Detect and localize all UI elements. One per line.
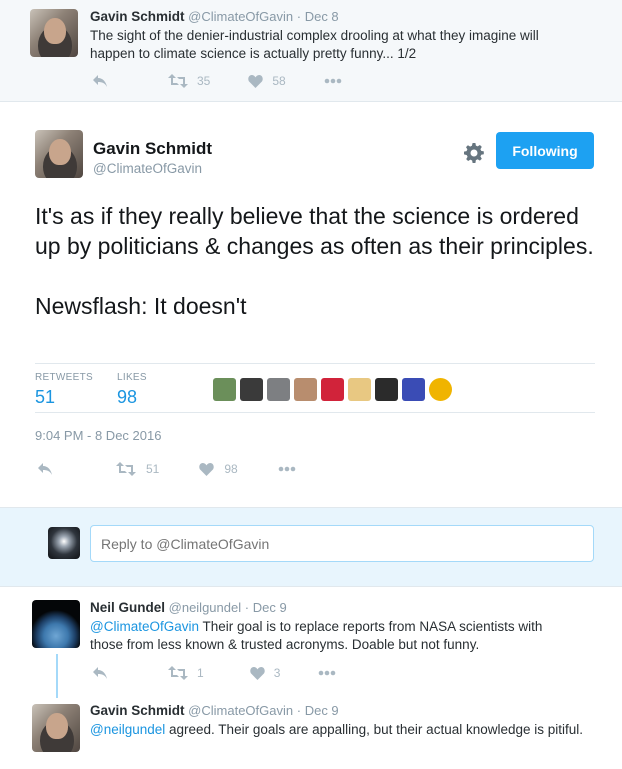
main-tweet: Gavin Schmidt @ClimateOfGavin Following … bbox=[0, 103, 622, 506]
reply-icon bbox=[38, 463, 52, 475]
author-name[interactable]: Gavin Schmidt bbox=[90, 9, 185, 24]
reply-input[interactable] bbox=[90, 525, 594, 562]
like-count: 58 bbox=[272, 74, 286, 88]
author-name[interactable]: Neil Gundel bbox=[90, 600, 165, 615]
tweet-header: Neil Gundel @neilgundel · Dec 9 bbox=[90, 600, 287, 615]
separator: · bbox=[296, 9, 302, 24]
tweet-paragraph: Newsflash: It doesn't bbox=[35, 293, 247, 319]
like-count: 3 bbox=[273, 666, 281, 680]
like-button[interactable]: 98 bbox=[199, 462, 238, 476]
separator: · bbox=[296, 703, 302, 718]
avatar[interactable] bbox=[32, 704, 80, 752]
retweet-count: 51 bbox=[146, 462, 160, 476]
tweet-text: @neilgundel agreed. Their goals are appa… bbox=[90, 721, 585, 739]
mention-link[interactable]: @neilgundel bbox=[90, 722, 165, 737]
reply-button[interactable] bbox=[37, 462, 53, 476]
retweet-count: 1 bbox=[197, 666, 204, 680]
more-button[interactable] bbox=[318, 670, 336, 676]
tweet-text: @ClimateOfGavin Their goal is to replace… bbox=[90, 618, 570, 654]
likes-stat[interactable]: LIKES 98 bbox=[117, 372, 147, 408]
tweet-header: Gavin Schmidt @ClimateOfGavin · Dec 8 bbox=[90, 9, 339, 24]
like-button[interactable]: 58 bbox=[248, 74, 286, 88]
thread-connector bbox=[56, 654, 58, 704]
tweet-actions: 51 98 bbox=[37, 462, 296, 476]
retweet-icon bbox=[168, 666, 188, 680]
reply-icon bbox=[93, 667, 107, 679]
separator: · bbox=[244, 600, 250, 615]
context-tweet[interactable]: Gavin Schmidt @ClimateOfGavin · Dec 8 Th… bbox=[0, 0, 622, 102]
retweet-count: 35 bbox=[197, 74, 211, 88]
liker-avatar[interactable] bbox=[294, 378, 317, 401]
retweet-button[interactable]: 1 bbox=[168, 666, 204, 680]
author-name[interactable]: Gavin Schmidt bbox=[93, 139, 212, 159]
liker-avatar[interactable] bbox=[348, 378, 371, 401]
tweet-stats: RETWEETS 51 LIKES 98 bbox=[35, 363, 595, 413]
retweet-icon bbox=[116, 462, 136, 476]
reply-button[interactable] bbox=[92, 74, 108, 88]
retweets-stat[interactable]: RETWEETS 51 bbox=[35, 372, 93, 408]
author-handle[interactable]: @ClimateOfGavin bbox=[93, 161, 202, 176]
tweet-actions: 1 3 bbox=[92, 666, 336, 680]
tweet-timestamp[interactable]: 9:04 PM - 8 Dec 2016 bbox=[35, 428, 161, 443]
liker-avatars bbox=[213, 378, 452, 401]
following-button[interactable]: Following bbox=[496, 132, 594, 169]
likes-value: 98 bbox=[117, 387, 138, 407]
like-count: 98 bbox=[224, 462, 238, 476]
more-icon bbox=[324, 78, 342, 84]
reply-button[interactable] bbox=[92, 666, 108, 680]
tweet-header: Gavin Schmidt @ClimateOfGavin · Dec 9 bbox=[90, 703, 339, 718]
heart-icon bbox=[248, 75, 264, 88]
liker-avatar[interactable] bbox=[321, 378, 344, 401]
tweet-text: The sight of the denier-industrial compl… bbox=[90, 28, 539, 61]
like-button[interactable]: 3 bbox=[249, 666, 281, 680]
tweet-date[interactable]: Dec 8 bbox=[305, 9, 339, 24]
tweet-paragraph: It's as if they really believe that the … bbox=[35, 203, 594, 259]
retweets-value: 51 bbox=[35, 387, 56, 407]
tweet-date[interactable]: Dec 9 bbox=[253, 600, 287, 615]
more-button[interactable] bbox=[324, 78, 342, 84]
author-handle[interactable]: @ClimateOfGavin bbox=[188, 703, 293, 718]
liker-avatar[interactable] bbox=[402, 378, 425, 401]
gear-icon[interactable] bbox=[462, 141, 486, 165]
liker-avatar[interactable] bbox=[375, 378, 398, 401]
retweet-icon bbox=[168, 74, 188, 88]
more-icon bbox=[319, 670, 336, 676]
retweet-button[interactable]: 51 bbox=[116, 462, 159, 476]
liker-avatar[interactable] bbox=[213, 378, 236, 401]
retweet-button[interactable]: 35 bbox=[168, 74, 210, 88]
liker-avatar[interactable] bbox=[240, 378, 263, 401]
more-button[interactable] bbox=[278, 466, 296, 472]
heart-icon bbox=[199, 463, 215, 476]
avatar[interactable] bbox=[30, 9, 78, 57]
reply-tweet[interactable]: Gavin Schmidt @ClimateOfGavin · Dec 9 @n… bbox=[0, 698, 622, 769]
author-name[interactable]: Gavin Schmidt bbox=[90, 703, 185, 718]
likes-label: LIKES bbox=[117, 372, 147, 383]
mention-link[interactable]: @ClimateOfGavin bbox=[90, 619, 199, 634]
tweet-actions: 35 58 bbox=[92, 74, 342, 88]
reply-tweet[interactable]: Neil Gundel @neilgundel · Dec 9 @Climate… bbox=[0, 588, 622, 698]
more-icon bbox=[278, 466, 296, 472]
reply-composer bbox=[0, 507, 622, 587]
reply-icon bbox=[93, 75, 107, 87]
author-handle[interactable]: @ClimateOfGavin bbox=[188, 9, 293, 24]
tweet-text: It's as if they really believe that the … bbox=[35, 201, 595, 351]
heart-icon bbox=[249, 667, 265, 680]
liker-avatar[interactable] bbox=[429, 378, 452, 401]
avatar[interactable] bbox=[35, 130, 83, 178]
liker-avatar[interactable] bbox=[267, 378, 290, 401]
avatar[interactable] bbox=[32, 600, 80, 648]
tweet-date[interactable]: Dec 9 bbox=[305, 703, 339, 718]
author-handle[interactable]: @neilgundel bbox=[169, 600, 241, 615]
user-avatar bbox=[48, 527, 80, 559]
tweet-body: agreed. Their goals are appalling, but t… bbox=[165, 722, 584, 737]
retweets-label: RETWEETS bbox=[35, 372, 93, 383]
